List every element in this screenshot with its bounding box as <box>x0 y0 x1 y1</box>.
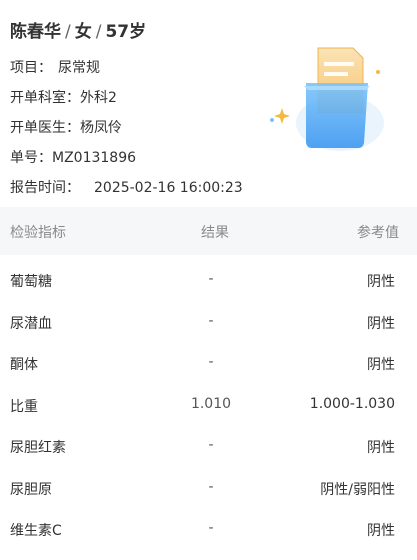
info-value: MZ0131896 <box>52 150 137 166</box>
header-reference: 参考值 <box>357 225 399 241</box>
indicator-name: 维生素C <box>10 523 62 539</box>
table-header: 检验指标 结果 参考值 <box>0 207 417 255</box>
reference-value: 阴性/弱阳性 <box>320 481 395 498</box>
result-value: - <box>208 437 214 453</box>
result-list: 葡萄糖 - 阴性 尿潜血 - 阴性 酮体 - 阴性 比重 1.010 1.000… <box>0 258 417 549</box>
info-label: 单号： <box>10 150 52 166</box>
reference-value: 阴性 <box>367 274 395 290</box>
info-label: 项目： <box>10 60 52 76</box>
table-row: 尿潜血 - 阴性 <box>0 300 417 342</box>
table-row: 尿胆原 - 阴性/弱阳性 <box>0 466 417 508</box>
info-value: 杨凤伶 <box>80 120 122 136</box>
reference-value: 阴性 <box>367 523 395 539</box>
info-project: 项目： 尿常规 <box>10 57 100 77</box>
info-order-number: 单号：MZ0131896 <box>10 147 136 167</box>
result-value: - <box>208 520 214 536</box>
indicator-name: 尿胆原 <box>10 481 52 498</box>
patient-name: 陈春华 <box>10 22 61 42</box>
indicator-name: 尿胆红素 <box>10 440 66 456</box>
info-label: 开单科室： <box>10 90 80 106</box>
info-value: 外科2 <box>80 90 117 106</box>
indicator-name: 尿潜血 <box>10 315 52 332</box>
table-row: 维生素C - 阴性 <box>0 507 417 549</box>
patient-gender: 女 <box>74 22 92 42</box>
result-value: - <box>208 312 214 329</box>
header-result: 结果 <box>201 225 229 241</box>
info-value: 2025-02-16 16:00:23 <box>94 180 243 196</box>
result-value: - <box>208 478 214 495</box>
report-document-icon <box>270 47 384 151</box>
info-doctor: 开单医生：杨凤伶 <box>10 117 122 137</box>
separator: / <box>65 22 71 42</box>
table-row: 尿胆红素 - 阴性 <box>0 424 417 466</box>
info-label: 开单医生： <box>10 120 80 136</box>
indicator-name: 葡萄糖 <box>10 274 52 290</box>
result-value: 1.010 <box>190 395 232 412</box>
reference-value: 阴性 <box>367 315 395 332</box>
info-label: 报告时间： <box>10 180 80 196</box>
separator: / <box>95 22 102 42</box>
info-report-time: 报告时间： 2025-02-16 16:00:23 <box>10 177 243 197</box>
reference-value: 1.000-1.030 <box>309 395 395 412</box>
report-header: 陈春华 / 女/57岁 项目： 尿常规 开单科室：外科2 开单医生：杨凤伶 单号：MZ… <box>0 0 417 200</box>
indicator-name: 比重 <box>10 398 38 415</box>
table-row: 葡萄糖 - 阴性 <box>0 258 417 300</box>
patient-age: 57岁 <box>105 22 147 42</box>
result-value: - <box>208 354 214 370</box>
info-department: 开单科室：外科2 <box>10 87 117 107</box>
table-row: 比重 1.010 1.000-1.030 <box>0 383 417 425</box>
table-row: 酮体 - 阴性 <box>0 341 417 383</box>
indicator-name: 酮体 <box>10 357 38 373</box>
reference-value: 阴性 <box>367 440 395 456</box>
patient-summary: 陈春华 / 女/57岁 <box>10 17 146 42</box>
reference-value: 阴性 <box>367 357 395 373</box>
result-value: - <box>208 271 214 287</box>
info-value: 尿常规 <box>58 60 100 76</box>
header-indicator: 检验指标 <box>10 225 66 241</box>
